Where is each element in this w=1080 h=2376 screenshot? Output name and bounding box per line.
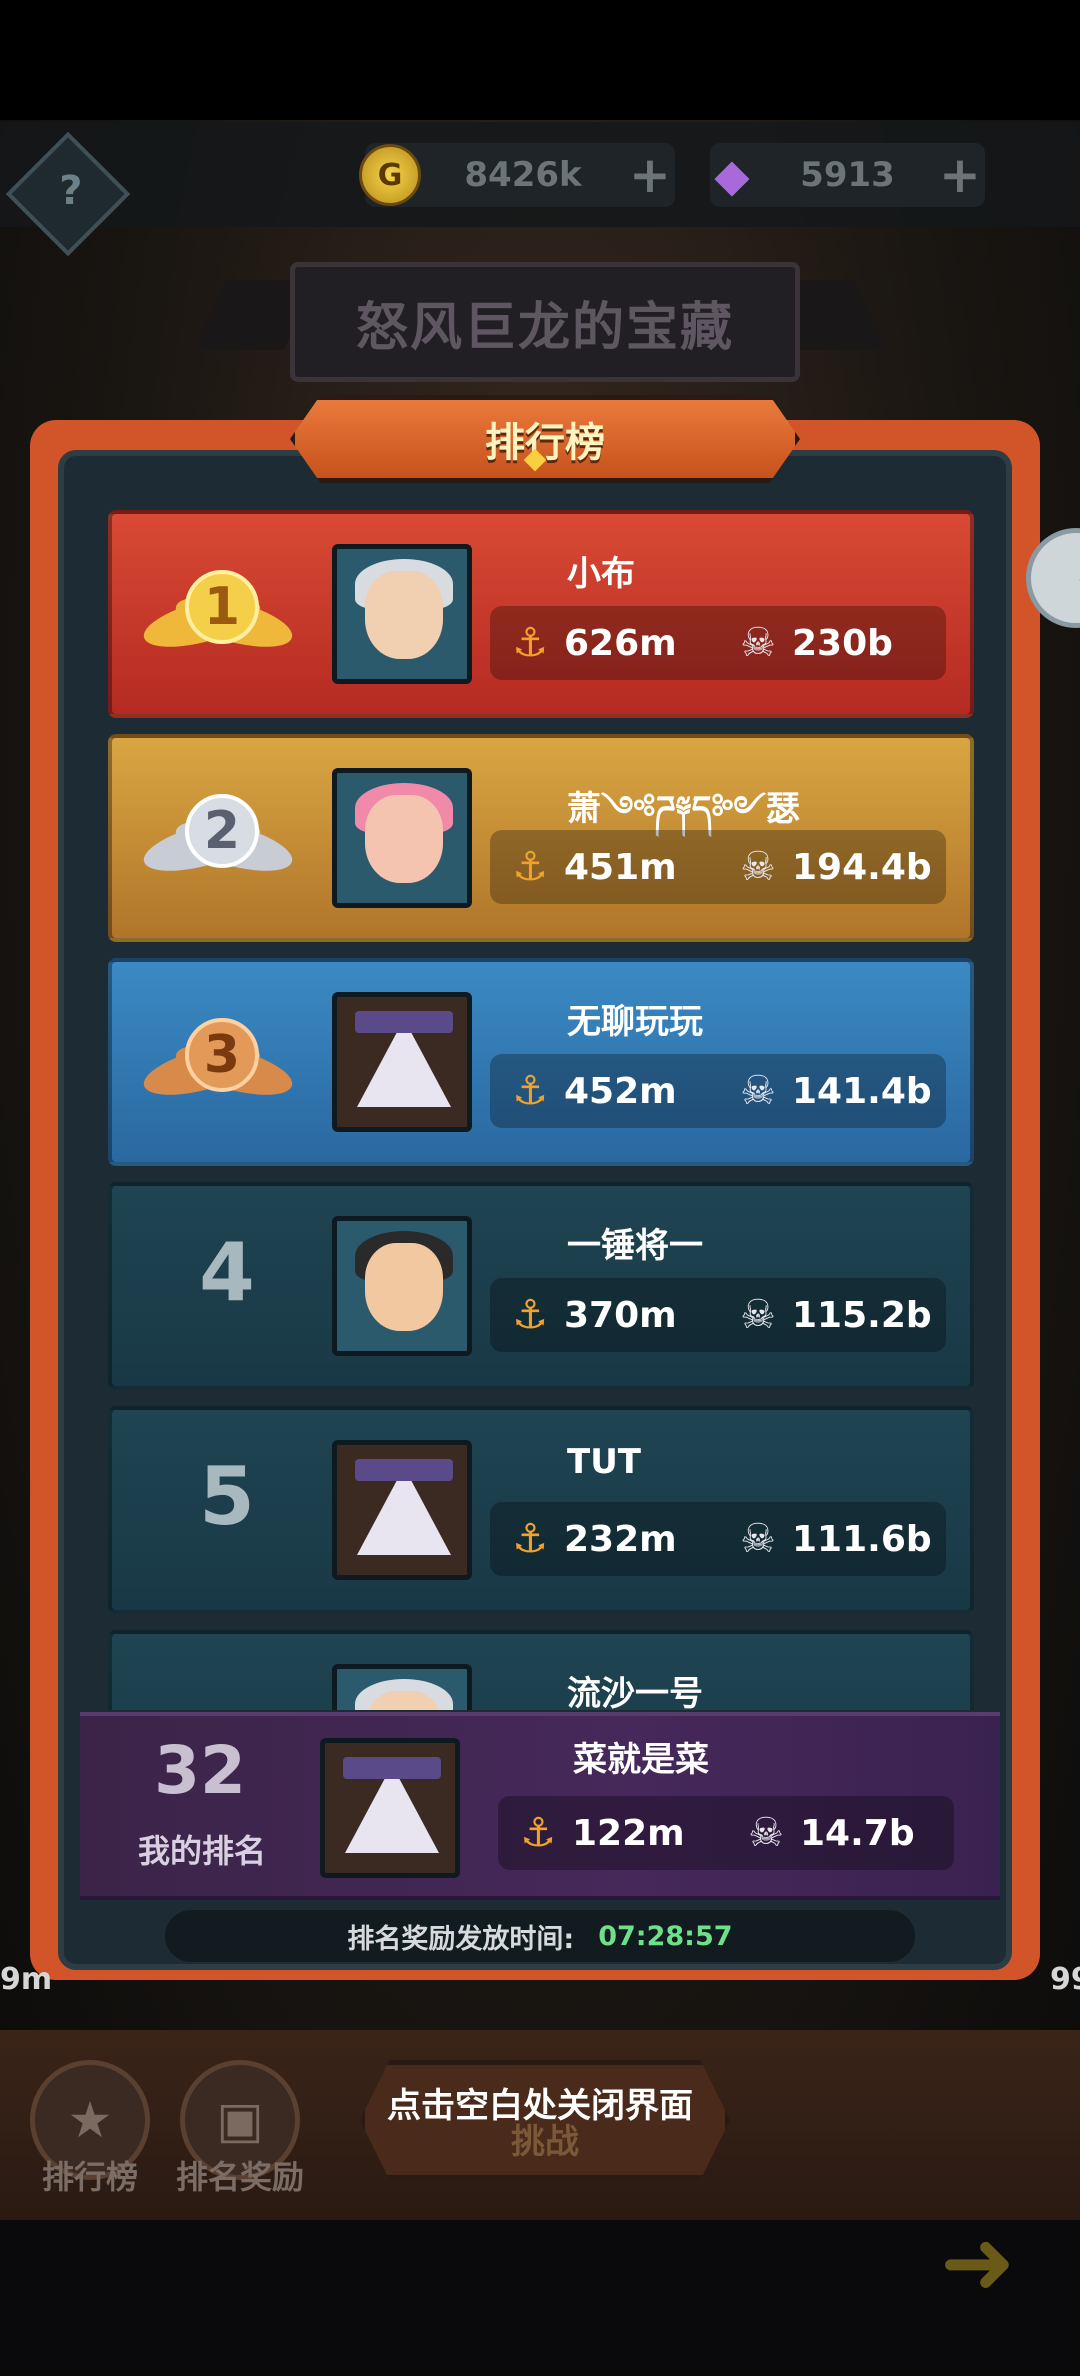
skull-icon: ☠ xyxy=(740,844,776,890)
stats-box: ⚓ 232m ☠ 111.6b xyxy=(490,1502,946,1576)
player-name: 流沙一号 xyxy=(567,1674,703,1710)
distance-value: 370m xyxy=(564,1294,677,1336)
distance-value: 232m xyxy=(564,1518,677,1560)
rank-number: 2 xyxy=(185,794,259,868)
avatar[interactable] xyxy=(332,768,472,908)
kills-value: 141.4b xyxy=(792,1070,932,1112)
my-rank-number: 32 xyxy=(154,1732,246,1809)
skull-icon: ☠ xyxy=(748,1810,784,1856)
leaderboard-tab-header: 排行榜 xyxy=(290,395,800,483)
my-stats-box: ⚓ 122m ☠ 14.7b xyxy=(498,1796,954,1870)
trophy-icon: ★ xyxy=(67,2091,113,2149)
gold-medal-icon: 1 xyxy=(138,562,298,672)
anchor-icon: ⚓ xyxy=(512,1068,548,1114)
avatar[interactable] xyxy=(332,1216,472,1356)
kills-value: 115.2b xyxy=(792,1294,932,1336)
skull-icon: ☠ xyxy=(740,1292,776,1338)
gem-currency: ◆ 5913 + xyxy=(710,143,985,207)
kills-value: 111.6b xyxy=(792,1518,932,1560)
silver-medal-icon: 2 xyxy=(138,786,298,896)
rank-number: 5 xyxy=(199,1450,255,1543)
rank-number: 4 xyxy=(199,1226,255,1319)
close-hint[interactable]: 点击空白处关闭界面 xyxy=(300,2078,780,2127)
gold-coin-icon: G xyxy=(359,144,421,206)
kills-value: 230b xyxy=(792,622,893,664)
reward-timer: 排名奖励发放时间: 07:28:57 xyxy=(165,1910,915,1962)
distance-value: 626m xyxy=(564,622,677,664)
rank-number: 1 xyxy=(185,570,259,644)
leaderboard-label: 排行榜 xyxy=(41,2158,138,2196)
gem-icon: ◆ xyxy=(714,148,750,202)
avatar[interactable] xyxy=(332,992,472,1132)
anchor-icon: ⚓ xyxy=(512,1292,548,1338)
my-player-name: 菜就是菜 xyxy=(573,1740,709,1780)
stats-box: ⚓ 451m ☠ 194.4b xyxy=(490,830,946,904)
gem-amount: 5913 xyxy=(800,155,895,195)
ranking-row[interactable]: 流沙一号 xyxy=(108,1630,974,1710)
stats-box: ⚓ 626m ☠ 230b xyxy=(490,606,946,680)
help-icon: ? xyxy=(59,168,83,215)
distance-value: 451m xyxy=(564,846,677,888)
reward-timer-value: 07:28:57 xyxy=(598,1920,733,1952)
ranking-row[interactable]: 2 萧༺ཌ༈ད༻瑟 ⚓ 451m ☠ 194.4b xyxy=(108,734,974,942)
add-gem-button[interactable]: + xyxy=(935,150,985,200)
stats-box: ⚓ 452m ☠ 141.4b xyxy=(490,1054,946,1128)
chevron-left-icon: 《 xyxy=(1051,538,1080,619)
event-title: 怒风巨龙的宝藏 xyxy=(355,297,734,358)
reward-timer-label: 排名奖励发放时间: xyxy=(347,1923,575,1955)
anchor-icon: ⚓ xyxy=(512,620,548,666)
distance-value: 452m xyxy=(564,1070,677,1112)
ranking-row[interactable]: 3 无聊玩玩 ⚓ 452m ☠ 141.4b xyxy=(108,958,974,1166)
avatar[interactable] xyxy=(332,1664,472,1710)
chest-icon: ▣ xyxy=(216,2091,264,2149)
gold-currency: G 8426k + xyxy=(359,143,675,207)
anchor-icon: ⚓ xyxy=(512,844,548,890)
avatar[interactable] xyxy=(332,544,472,684)
my-rank-label: 我的排名 xyxy=(137,1832,266,1870)
kills-value: 194.4b xyxy=(792,846,932,888)
ranking-row[interactable]: 4 一锤将一 ⚓ 370m ☠ 115.2b xyxy=(108,1182,974,1390)
edge-text-left: 9m xyxy=(0,1962,53,1997)
ranking-row[interactable]: 1 小布 ⚓ 626m ☠ 230b xyxy=(108,510,974,718)
player-name: 一锤将一 xyxy=(567,1226,703,1266)
anchor-icon: ⚓ xyxy=(520,1810,556,1856)
ranking-list[interactable]: 1 小布 ⚓ 626m ☠ 230b 2 萧༺ཌ༈ད༻瑟 ⚓ 451m ☠ 194.4b… xyxy=(108,510,974,1710)
avatar[interactable] xyxy=(332,1440,472,1580)
event-title-banner: 怒风巨龙的宝藏 xyxy=(290,262,800,382)
rank-rewards-label: 排名奖励 xyxy=(175,2158,304,2196)
my-rank-bar: 32 我的排名 菜就是菜 ⚓ 122m ☠ 14.7b xyxy=(80,1712,1000,1900)
ranking-row[interactable]: 5 TUT ⚓ 232m ☠ 111.6b xyxy=(108,1406,974,1614)
player-name: 无聊玩玩 xyxy=(567,1002,703,1042)
skull-icon: ☠ xyxy=(740,620,776,666)
edge-text-right: 99 xyxy=(1050,1962,1080,1997)
player-name: TUT xyxy=(567,1442,641,1482)
rank-number: 3 xyxy=(185,1018,259,1092)
anchor-icon: ⚓ xyxy=(512,1516,548,1562)
my-avatar[interactable] xyxy=(320,1738,460,1878)
player-name: 小布 xyxy=(567,554,635,594)
add-gold-button[interactable]: + xyxy=(625,150,675,200)
bronze-medal-icon: 3 xyxy=(138,1010,298,1120)
my-distance-value: 122m xyxy=(572,1812,685,1854)
skull-icon: ☠ xyxy=(740,1068,776,1114)
status-bar xyxy=(0,0,1080,120)
my-kills-value: 14.7b xyxy=(800,1812,915,1854)
gold-amount: 8426k xyxy=(464,155,582,195)
skull-icon: ☠ xyxy=(740,1516,776,1562)
stats-box: ⚓ 370m ☠ 115.2b xyxy=(490,1278,946,1352)
arrow-icon[interactable]: ➜ xyxy=(940,2210,1060,2315)
